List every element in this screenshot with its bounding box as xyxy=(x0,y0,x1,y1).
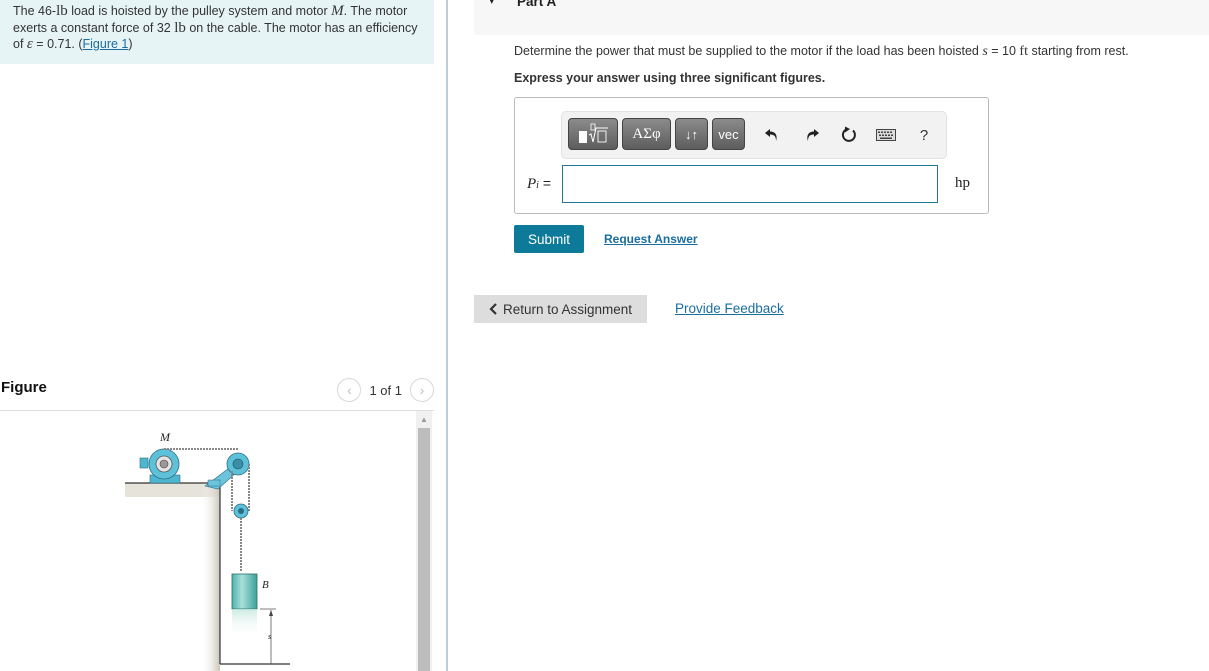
question-part: = 10 xyxy=(987,44,1020,58)
right-panel: ▾ Part A Determine the power that must b… xyxy=(448,0,1209,671)
figure-title: Figure xyxy=(1,379,47,396)
submit-button[interactable]: Submit xyxy=(514,225,584,253)
pager-text: 1 of 1 xyxy=(369,382,402,398)
vector-button[interactable]: vec xyxy=(712,118,745,150)
scroll-thumb[interactable] xyxy=(418,428,430,671)
prev-figure-button[interactable]: ‹ xyxy=(337,378,362,402)
request-answer-link[interactable]: Request Answer xyxy=(604,232,698,246)
chevron-left-icon xyxy=(489,303,497,315)
answer-unit: hp xyxy=(955,175,970,191)
chevron-left-icon: ‹ xyxy=(347,382,352,398)
provide-feedback-link[interactable]: Provide Feedback xyxy=(675,301,784,316)
unit-lb: lb xyxy=(56,3,68,19)
unit-lb: lb xyxy=(174,19,186,36)
keyboard-icon[interactable] xyxy=(874,124,898,146)
answer-box: ΑΣφ ↓↑ vec ? Pi = hp xyxy=(514,97,989,214)
help-icon[interactable]: ? xyxy=(912,124,936,146)
answer-input[interactable] xyxy=(562,165,938,203)
answer-variable-label: Pi = xyxy=(527,175,551,193)
problem-text: load is hoisted by the pulley system and… xyxy=(67,4,332,18)
motor-label: M xyxy=(159,430,171,444)
unit-ft: ft xyxy=(1019,44,1028,59)
equals-sign: = xyxy=(538,175,552,191)
sort-arrows-button[interactable]: ↓↑ xyxy=(675,118,708,150)
motor: M xyxy=(139,430,181,484)
load-block xyxy=(231,573,258,610)
return-label: Return to Assignment xyxy=(502,301,633,317)
pulley-system-diagram: M B s xyxy=(125,430,290,671)
question-text: Determine the power that must be supplie… xyxy=(514,44,1129,60)
question-part: Determine the power that must be supplie… xyxy=(514,44,983,58)
next-figure-button[interactable]: › xyxy=(410,378,434,402)
return-to-assignment-button[interactable]: Return to Assignment xyxy=(474,295,647,323)
templates-button[interactable] xyxy=(568,118,618,150)
greek-symbols-button[interactable]: ΑΣφ xyxy=(622,118,671,150)
motor-symbol: M xyxy=(331,3,344,19)
figure-image: M B s xyxy=(0,411,434,671)
undo-icon[interactable] xyxy=(760,124,784,146)
distance-label: s xyxy=(268,632,271,641)
problem-statement: The 46-lb load is hoisted by the pulley … xyxy=(0,0,434,64)
redo-icon[interactable] xyxy=(800,124,824,146)
left-panel: The 46-lb load is hoisted by the pulley … xyxy=(0,0,446,671)
figure-header: Figure ‹ 1 of 1 › xyxy=(0,376,434,410)
question-part: starting from rest. xyxy=(1027,44,1129,58)
problem-text: The 46- xyxy=(13,4,57,18)
figure-pager: ‹ 1 of 1 › xyxy=(337,378,434,402)
reset-icon[interactable] xyxy=(837,124,861,146)
problem-text: = 0.71. ( xyxy=(32,37,83,51)
figure-scrollbar[interactable]: ▲ xyxy=(416,411,432,671)
figure-link[interactable]: Figure 1 xyxy=(83,37,129,51)
part-title: Part A xyxy=(517,0,557,9)
wall-shadow xyxy=(200,483,220,671)
chevron-right-icon: › xyxy=(419,382,425,398)
problem-text: ) xyxy=(128,37,133,51)
instruction-text: Express your answer using three signific… xyxy=(514,71,826,85)
variable-symbol: P xyxy=(527,176,537,192)
part-header[interactable]: ▾ Part A xyxy=(474,0,1209,35)
caret-down-icon[interactable]: ▾ xyxy=(489,0,495,7)
load-label: B xyxy=(262,579,269,591)
templates-icon xyxy=(579,123,608,143)
math-toolbar: ΑΣφ ↓↑ vec ? xyxy=(561,111,947,159)
scroll-up-arrow-icon[interactable]: ▲ xyxy=(416,415,432,427)
